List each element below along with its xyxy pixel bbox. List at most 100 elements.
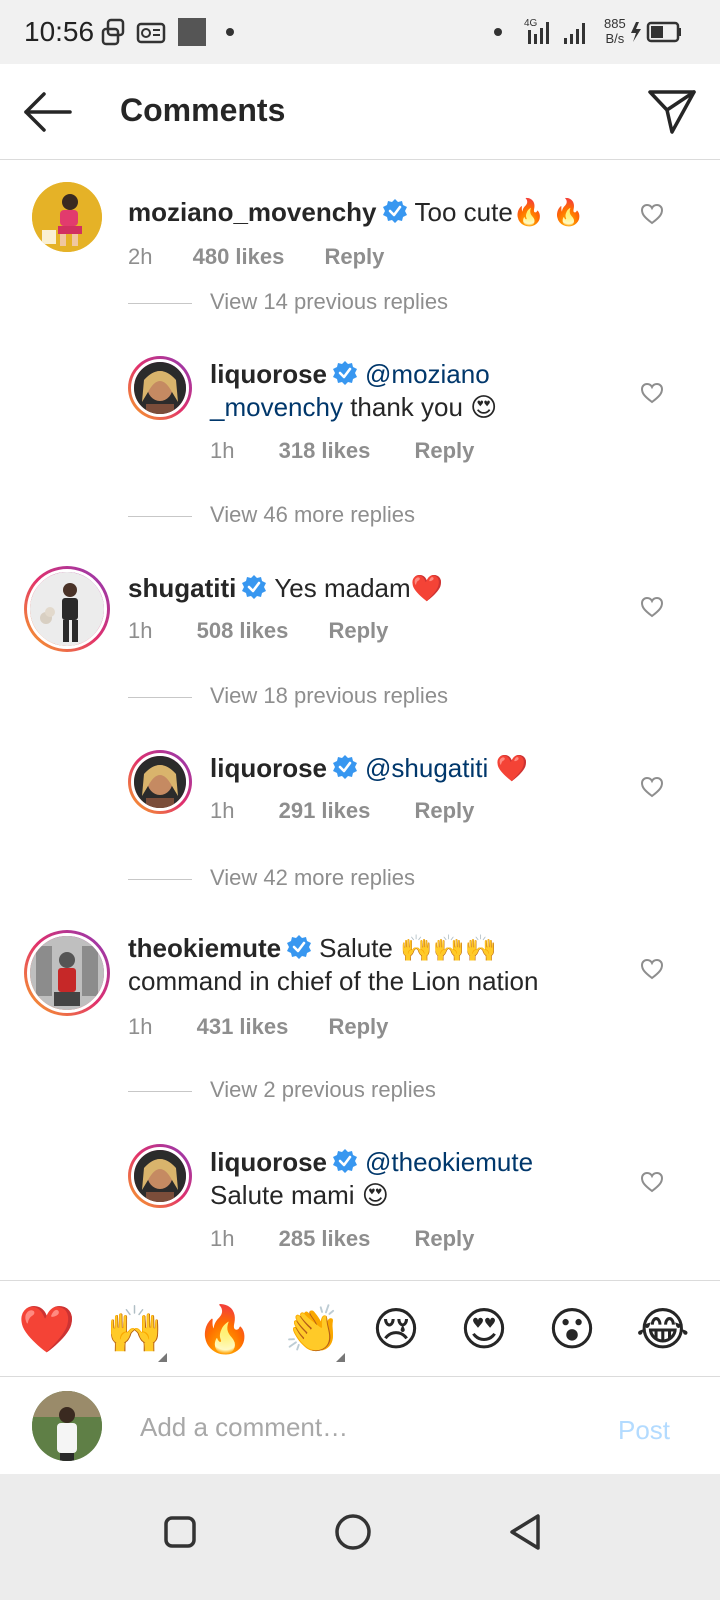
emoji-heart-eyes[interactable]: 😍 — [460, 1303, 508, 1355]
comment-input[interactable] — [140, 1407, 580, 1447]
avatar[interactable] — [128, 750, 192, 814]
comment-time: 1h — [210, 798, 235, 823]
comment-meta: 1h 285 likes Reply — [210, 1226, 474, 1252]
emoji-fire[interactable]: 🔥 — [196, 1303, 253, 1355]
comment-text: moziano_movenchy Too cute🔥 🔥 — [128, 196, 628, 229]
like-heart-icon[interactable] — [640, 1171, 664, 1193]
avatar[interactable] — [32, 182, 102, 252]
username[interactable]: moziano_movenchy — [128, 197, 377, 227]
username[interactable]: shugatiti — [128, 573, 236, 603]
avatar-image — [30, 936, 104, 1010]
reply-button[interactable]: Reply — [414, 798, 474, 824]
view-replies-button[interactable]: View 46 more replies — [128, 502, 688, 532]
reply-button[interactable]: Reply — [328, 1014, 388, 1040]
comment-body: Too cute🔥 🔥 — [414, 197, 585, 227]
like-heart-icon[interactable] — [640, 596, 664, 618]
verified-badge-icon — [382, 199, 407, 223]
more-notifications-dot — [226, 28, 234, 36]
avatar[interactable] — [128, 1144, 192, 1208]
home-icon[interactable] — [321, 1500, 385, 1564]
back-nav-icon[interactable] — [494, 1500, 558, 1564]
emoji-crying-face[interactable]: 😢 — [372, 1303, 420, 1355]
page-title: Comments — [120, 92, 286, 128]
emoji-raised-hands[interactable]: 🙌 — [106, 1303, 163, 1355]
emoji-quick-bar: ❤️ 🙌 🔥 👏 😢 😍 😮 😂 — [0, 1280, 720, 1376]
avatar[interactable] — [128, 356, 192, 420]
status-dot — [494, 28, 502, 36]
avatar-photo — [131, 753, 189, 811]
avatar-image — [30, 572, 104, 646]
mention-link[interactable]: @moziano — [365, 359, 490, 389]
reply-button[interactable]: Reply — [328, 618, 388, 644]
like-heart-icon[interactable] — [640, 382, 664, 404]
avatar-photo — [32, 182, 102, 252]
verified-badge-icon — [333, 361, 358, 385]
view-replies-button[interactable]: View 2 previous replies — [128, 1077, 688, 1107]
username[interactable]: theokiemute — [128, 933, 281, 963]
comment-time: 1h — [128, 1014, 153, 1039]
system-nav-bar — [0, 1474, 720, 1600]
comments-list[interactable]: moziano_movenchy Too cute🔥 🔥 2h 480 likes… — [0, 160, 720, 1305]
post-button[interactable]: Post — [618, 1415, 670, 1446]
view-replies-label: View 2 previous replies — [210, 1077, 436, 1102]
view-replies-label: View 42 more replies — [210, 865, 416, 890]
divider-line — [128, 879, 192, 880]
recent-apps-icon[interactable] — [148, 1500, 212, 1564]
view-replies-button[interactable]: View 14 previous replies — [128, 289, 688, 319]
skin-tone-indicator — [336, 1353, 345, 1362]
reply-button[interactable]: Reply — [414, 438, 474, 464]
emoji-heart[interactable]: ❤️ — [18, 1303, 75, 1355]
view-replies-button[interactable]: View 42 more replies — [128, 865, 688, 895]
divider-line — [128, 697, 192, 698]
avatar-image — [32, 1391, 102, 1461]
like-heart-icon[interactable] — [640, 203, 664, 225]
likes-count[interactable]: 431 likes — [197, 1014, 289, 1040]
username[interactable]: liquorose — [210, 753, 327, 783]
comment-body-line2: command in chief of the Lion nation — [128, 966, 539, 996]
likes-count[interactable]: 285 likes — [279, 1226, 371, 1252]
view-replies-label: View 46 more replies — [210, 502, 416, 527]
like-heart-icon[interactable] — [640, 776, 664, 798]
comment-body: Salute 🙌🙌🙌 — [319, 933, 498, 963]
comment-text: theokiemute Salute 🙌🙌🙌 command in chief of… — [128, 932, 628, 998]
comment-meta: 1h 431 likes Reply — [128, 1014, 388, 1040]
likes-count[interactable]: 291 likes — [279, 798, 371, 824]
comment-body: Salute mami 😍 — [210, 1180, 389, 1210]
avatar-photo — [27, 933, 107, 1013]
likes-count[interactable]: 508 likes — [197, 618, 289, 644]
mention-link-cont[interactable]: _movenchy — [210, 392, 343, 422]
likes-count[interactable]: 318 likes — [279, 438, 371, 464]
svg-text:4G: 4G — [524, 18, 538, 29]
username[interactable]: liquorose — [210, 1147, 327, 1177]
reply-button[interactable]: Reply — [324, 244, 384, 270]
comment-meta: 1h 508 likes Reply — [128, 618, 388, 644]
radio-notification-icon — [136, 22, 166, 44]
avatar[interactable] — [24, 930, 110, 1016]
image-notification-icon — [178, 18, 206, 46]
comment-text: shugatiti Yes madam❤️ — [128, 572, 628, 605]
avatar[interactable] — [24, 566, 110, 652]
username[interactable]: liquorose — [210, 359, 327, 389]
like-heart-icon[interactable] — [640, 958, 664, 980]
share-direct-icon[interactable] — [646, 86, 698, 138]
emoji-clapping-hands[interactable]: 👏 — [284, 1303, 341, 1355]
mention-link[interactable]: @theokiemute — [365, 1147, 533, 1177]
likes-count[interactable]: 480 likes — [193, 244, 285, 270]
status-time: 10:56 — [24, 16, 95, 47]
emoji-joy[interactable]: 😂 — [636, 1303, 690, 1355]
signal-4g-icon: 4G — [524, 18, 549, 44]
divider-line — [128, 303, 192, 304]
comment-meta: 2h 480 likes Reply — [128, 244, 384, 270]
reply-button[interactable]: Reply — [414, 1226, 474, 1252]
view-replies-label: View 18 previous replies — [210, 683, 449, 708]
comment-text: liquorose @shugatiti ❤️ — [210, 752, 610, 785]
comment-text: liquorose @theokiemute Salute mami 😍 — [210, 1146, 610, 1212]
network-speed-value: 885 — [604, 16, 626, 31]
comment-body: ❤️ — [488, 753, 528, 783]
mention-link[interactable]: @shugatiti — [365, 753, 488, 783]
back-arrow-icon[interactable] — [22, 90, 74, 134]
emoji-surprised-face[interactable]: 😮 — [548, 1303, 596, 1355]
header: Comments — [0, 64, 720, 160]
view-replies-button[interactable]: View 18 previous replies — [128, 683, 688, 713]
verified-badge-icon — [242, 575, 267, 599]
